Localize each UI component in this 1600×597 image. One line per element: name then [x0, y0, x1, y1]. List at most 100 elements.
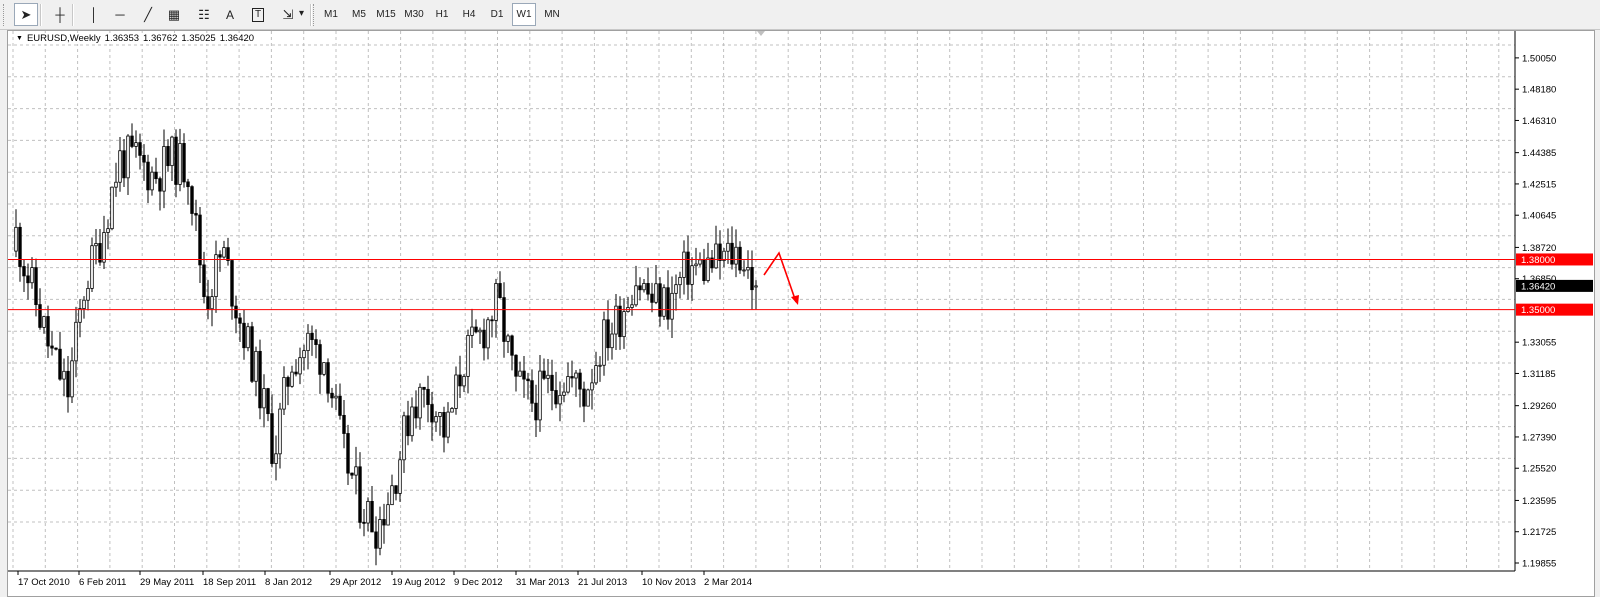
vertical-line-tool[interactable]: │ — [82, 3, 106, 26]
candle-body — [338, 395, 342, 416]
candle-body — [518, 370, 522, 377]
channel-icon: ▦ — [167, 6, 181, 22]
candle-body — [718, 243, 722, 261]
timeframe-m1-button[interactable]: M1 — [319, 3, 343, 26]
candle-body — [590, 382, 594, 391]
candle-body — [242, 322, 246, 349]
timeframe-mn-button[interactable]: MN — [540, 3, 564, 26]
candle-body — [618, 305, 622, 338]
timeframe-m15-button[interactable]: M15 — [374, 3, 398, 26]
price-scale-label: 1.40645 — [1522, 211, 1556, 222]
candle-body — [142, 154, 146, 163]
candle-body — [246, 326, 250, 349]
candle-body — [534, 402, 538, 421]
price-scale-label: 1.46310 — [1522, 116, 1556, 127]
toolbar-grip[interactable] — [3, 4, 7, 26]
timeframe-m30-button[interactable]: M30 — [402, 3, 426, 26]
candle-body — [422, 386, 426, 390]
candle-body — [42, 316, 46, 328]
candle-body — [74, 321, 78, 362]
candle-body — [378, 519, 382, 549]
candle-body — [114, 181, 118, 188]
trendline-tool[interactable]: ╱ — [136, 3, 160, 26]
candle-body — [650, 293, 654, 303]
chart-window[interactable]: 1.50050 1.48180 1.46310 1.44385 1.42515 1.406… — [7, 30, 1595, 597]
candle-body — [630, 304, 634, 308]
toolbar-separator — [40, 4, 42, 26]
price-scale-label: 1.21725 — [1522, 527, 1556, 538]
price-chart[interactable]: 1.50050 1.48180 1.46310 1.44385 1.42515 1.406… — [8, 31, 1594, 596]
candle-body — [322, 362, 326, 375]
candle-body — [34, 267, 38, 306]
equidistant-channel-tool[interactable]: ▦ — [162, 3, 186, 26]
candle-body — [310, 332, 314, 341]
timeframe-h4-button[interactable]: H4 — [457, 3, 481, 26]
toolbar-grip[interactable] — [313, 4, 317, 26]
candle-body — [742, 269, 746, 272]
candle-body — [62, 370, 66, 380]
price-scale-label: 1.19855 — [1522, 559, 1556, 570]
horizontal-line-icon: ─ — [115, 7, 125, 22]
candle-body — [546, 374, 550, 379]
price-scale-label: 1.29260 — [1522, 401, 1556, 412]
candle-body — [66, 370, 70, 398]
candle-body — [70, 360, 74, 398]
crosshair-icon: ┼ — [55, 7, 65, 22]
candle-body — [154, 171, 158, 180]
fibonacci-tool[interactable]: ☷ — [192, 3, 216, 26]
chart-shift-marker-icon[interactable] — [757, 31, 765, 36]
candle-body — [410, 406, 414, 437]
candle-body — [294, 371, 298, 375]
candle-body — [106, 228, 110, 233]
candle-body — [734, 246, 738, 265]
candle-body — [686, 251, 690, 285]
time-scale-label: 6 Feb 2011 — [79, 577, 126, 588]
toolbar-separator — [310, 4, 312, 26]
candle-body — [514, 354, 518, 377]
candle-body — [58, 348, 62, 380]
candle-body — [678, 277, 682, 286]
text-label-tool[interactable]: T — [246, 3, 270, 26]
candle-body — [146, 161, 150, 191]
forecast-arrow[interactable] — [763, 251, 797, 303]
price-scale-label: 1.31185 — [1522, 369, 1556, 380]
candle-body — [426, 388, 430, 405]
dropdown-triangle-icon[interactable]: ▼ — [16, 35, 23, 42]
hline-price-tag-label: 1.35000 — [1521, 305, 1555, 316]
timeframe-h1-button[interactable]: H1 — [430, 3, 454, 26]
candle-body — [86, 287, 90, 301]
timeframe-d1-button[interactable]: D1 — [485, 3, 509, 26]
candle-body — [542, 370, 546, 379]
price-scale-label: 1.38720 — [1522, 243, 1556, 254]
candle-body — [78, 308, 82, 323]
candle-body — [706, 257, 710, 282]
candle-body — [162, 146, 166, 192]
current-price-tag-label: 1.36420 — [1521, 281, 1555, 292]
candle-body — [302, 350, 306, 359]
candle-body — [122, 150, 126, 179]
candle-body — [354, 466, 358, 476]
candle-body — [222, 247, 226, 258]
text-tool[interactable]: A — [218, 3, 242, 26]
candle-body — [402, 415, 406, 461]
candle-body — [598, 364, 602, 367]
horizontal-line-tool[interactable]: ─ — [108, 3, 132, 26]
candle-body — [250, 326, 254, 382]
candle-body — [474, 326, 478, 333]
arrows-tool[interactable]: ⇲ — [276, 3, 300, 26]
candle-body — [702, 259, 706, 282]
crosshair-tool[interactable]: ┼ — [48, 3, 72, 26]
candle-body — [46, 316, 50, 347]
candle-body — [502, 297, 506, 342]
candle-body — [538, 370, 542, 421]
cursor-tool[interactable]: ➤ — [14, 3, 38, 26]
timeframe-w1-button[interactable]: W1 — [512, 3, 536, 26]
candle-body — [230, 260, 234, 307]
candle-body — [178, 143, 182, 185]
candle-body — [458, 374, 462, 387]
ohlc-open: 1.36353 — [104, 33, 140, 44]
price-scale-label: 1.33055 — [1522, 338, 1556, 349]
price-scale-label: 1.50050 — [1522, 53, 1556, 64]
timeframe-m5-button[interactable]: M5 — [347, 3, 371, 26]
tool-dropdown-icon[interactable]: ▾ — [299, 8, 304, 19]
